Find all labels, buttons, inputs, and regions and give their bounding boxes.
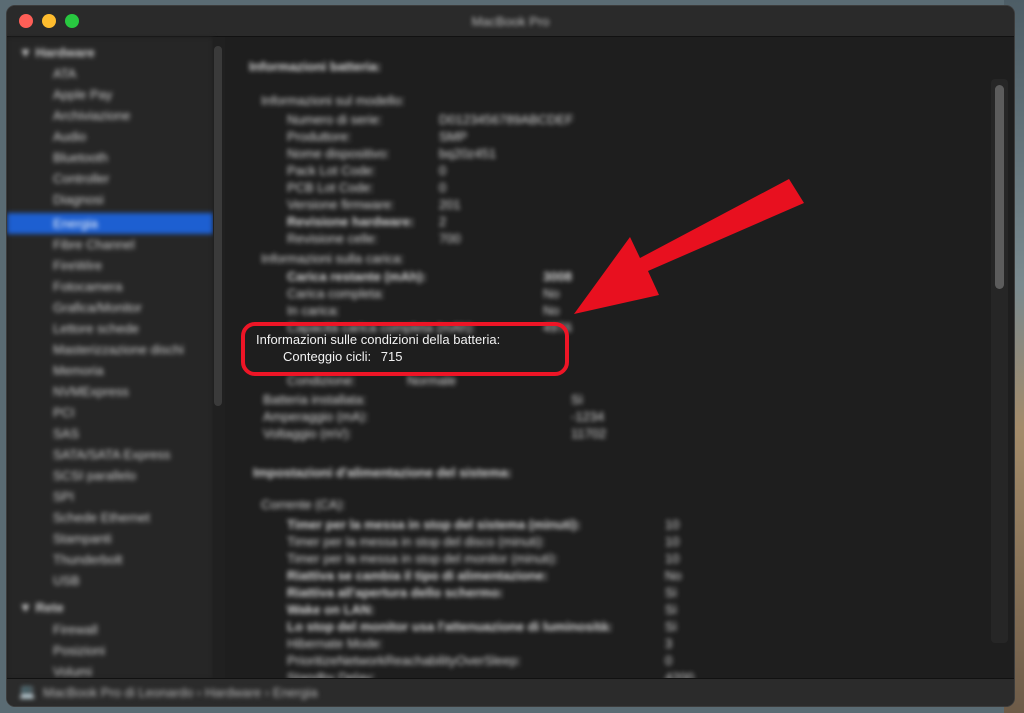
row-value: 10 xyxy=(665,517,680,532)
section-heading: Impostazioni d'alimentazione del sistema… xyxy=(253,465,512,480)
disclosure-triangle-icon[interactable]: ▼ xyxy=(19,45,32,60)
detail-scrollbar[interactable] xyxy=(995,85,1004,289)
sidebar-group-hardware[interactable]: ▼ Hardware xyxy=(19,45,95,60)
row-value: 0 xyxy=(439,163,447,178)
sidebar-item[interactable]: USB xyxy=(53,573,80,588)
row-label: Amperaggio (mA): xyxy=(263,409,369,424)
sidebar-item[interactable]: SAS xyxy=(53,426,79,441)
row-label: Nome dispositivo: xyxy=(287,146,390,161)
sidebar-item[interactable]: SATA/SATA Express xyxy=(53,447,171,462)
section-heading: Informazioni batteria: xyxy=(249,59,382,74)
sidebar-item[interactable]: Fibre Channel xyxy=(53,237,135,252)
sidebar-group-label: Rete xyxy=(35,600,64,615)
highlight-frame xyxy=(241,322,569,376)
row-value: Sì xyxy=(665,602,678,617)
sidebar-item[interactable]: Grafica/Monitor xyxy=(53,300,142,315)
sidebar-item[interactable]: Memoria xyxy=(53,363,104,378)
row-label: Timer per la messa in stop del sistema (… xyxy=(287,517,581,532)
row-label: Riattiva all'apertura dello schermo: xyxy=(287,585,504,600)
row-value: D0123456789ABCDEF xyxy=(439,112,574,127)
row-value: Sì xyxy=(571,392,584,407)
row-value: Sì xyxy=(665,585,678,600)
row-label: Hibernate Mode: xyxy=(287,636,384,651)
sidebar-item[interactable]: Bluetooth xyxy=(53,150,108,165)
sidebar-item[interactable]: Controller xyxy=(53,171,109,186)
row-value: SMP xyxy=(439,129,468,144)
row-value: 0 xyxy=(439,180,447,195)
red-arrow-icon xyxy=(574,179,804,314)
row-label: Numero di serie: xyxy=(287,112,383,127)
row-label: Versione firmware: xyxy=(287,197,395,212)
title-bar: MacBook Pro xyxy=(7,6,1014,37)
row-value: 2 xyxy=(439,214,447,229)
row-label: Riattiva se cambia il tipo di alimentazi… xyxy=(287,568,548,583)
sidebar-item[interactable]: Audio xyxy=(53,129,86,144)
sidebar: ▼ Hardware ATA Apple Pay Archiviazione A… xyxy=(7,37,213,679)
sidebar-group-rete[interactable]: ▼ Rete xyxy=(19,600,64,615)
subsection-heading: Informazioni sulla carica: xyxy=(261,251,405,266)
sidebar-item[interactable]: Stampanti xyxy=(53,531,112,546)
sidebar-item-energia[interactable]: Energia xyxy=(7,213,213,234)
window-title: MacBook Pro xyxy=(471,14,550,29)
row-value: 700 xyxy=(439,231,461,246)
row-label: Wake on LAN: xyxy=(287,602,375,617)
sidebar-item[interactable]: Archiviazione xyxy=(53,108,130,123)
path-bar: 💻 MacBook Pro di Leonardo › Hardware › E… xyxy=(7,678,1014,706)
sidebar-item[interactable]: Lettore schede xyxy=(53,321,139,336)
sidebar-item[interactable]: Apple Pay xyxy=(53,87,112,102)
subsection-heading: Corrente (CA): xyxy=(261,497,346,512)
row-label: Carica completa: xyxy=(287,286,385,301)
row-value: No xyxy=(665,568,682,583)
sidebar-item[interactable]: NVMExpress xyxy=(53,384,129,399)
subsection-heading: Informazioni sul modello: xyxy=(261,93,405,108)
row-value: No xyxy=(543,303,560,318)
row-label: Timer per la messa in stop del disco (mi… xyxy=(287,534,546,549)
row-label: Batteria installata: xyxy=(263,392,367,407)
row-value: 10 xyxy=(665,551,680,566)
row-value: Sì xyxy=(665,619,678,634)
sidebar-group-label: Hardware xyxy=(35,45,95,60)
sidebar-item[interactable]: ATA xyxy=(53,66,76,81)
sidebar-item[interactable]: Masterizzazione dischi xyxy=(53,342,184,357)
sidebar-item[interactable]: Thunderbolt xyxy=(53,552,122,567)
row-label: Produttore: xyxy=(287,129,352,144)
path-bar-text[interactable]: MacBook Pro di Leonardo › Hardware › Ene… xyxy=(43,685,318,700)
sidebar-item[interactable]: Fotocamera xyxy=(53,279,122,294)
sidebar-item[interactable]: SPI xyxy=(53,489,74,504)
row-value: No xyxy=(543,286,560,301)
row-label: Pack Lot Code: xyxy=(287,163,376,178)
row-value: -1234 xyxy=(571,409,605,424)
sidebar-item[interactable]: PCI xyxy=(53,405,75,420)
sidebar-item[interactable]: SCSI parallelo xyxy=(53,468,136,483)
row-value: 0 xyxy=(665,653,673,668)
row-label: PCB Lot Code: xyxy=(287,180,374,195)
sidebar-item[interactable]: Posizioni xyxy=(53,643,105,658)
row-value: 3 xyxy=(665,636,673,651)
computer-icon: 💻 xyxy=(19,684,36,699)
row-value: 10 xyxy=(665,534,680,549)
sidebar-item[interactable]: Diagnosi xyxy=(53,192,104,207)
row-label: Revisione celle: xyxy=(287,231,379,246)
row-value: 11702 xyxy=(571,426,607,441)
row-label: PrioritizeNetworkReachabilityOverSleep: xyxy=(287,653,522,668)
row-label: In carica: xyxy=(287,303,340,318)
sidebar-item[interactable]: Schede Ethernet xyxy=(53,510,150,525)
row-label: Carica restante (mAh): xyxy=(287,269,427,284)
sidebar-scrollbar[interactable] xyxy=(214,46,222,406)
row-value: bq20z451 xyxy=(439,146,497,161)
disclosure-triangle-icon[interactable]: ▼ xyxy=(19,600,32,615)
row-label: Lo stop del monitor usa l'attenuazione d… xyxy=(287,619,613,634)
row-value: 201 xyxy=(439,197,461,212)
sidebar-item[interactable]: Firewall xyxy=(53,622,98,637)
row-label: Voltaggio (mV): xyxy=(263,426,352,441)
row-label: Revisione hardware: xyxy=(287,214,415,229)
sidebar-item[interactable]: Volumi xyxy=(53,664,92,679)
row-label: Timer per la messa in stop del monitor (… xyxy=(287,551,559,566)
sidebar-item[interactable]: FireWire xyxy=(53,258,102,273)
